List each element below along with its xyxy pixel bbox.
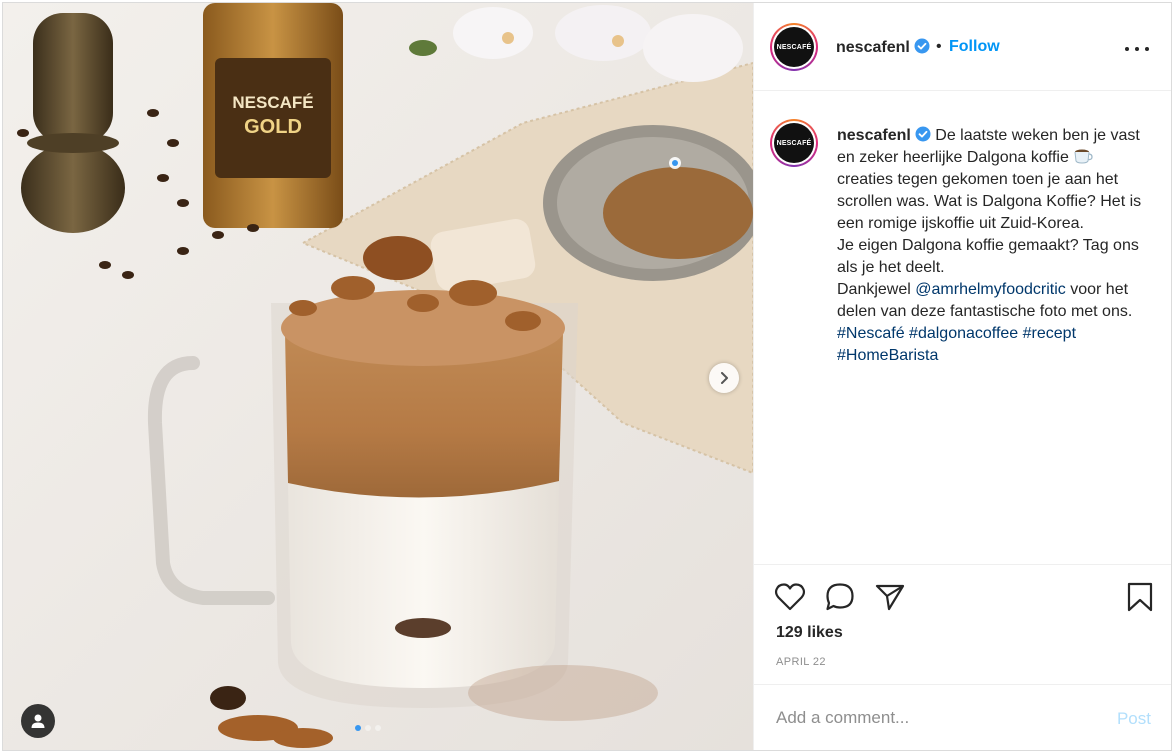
- jar-brand-label: NESCAFÉ: [232, 93, 313, 112]
- caption-text: nescafenl De laatste weken ben je vast e…: [837, 125, 1147, 367]
- follow-button[interactable]: Follow: [949, 38, 1000, 56]
- mention-link[interactable]: @amrhelmyfoodcritic: [915, 281, 1066, 298]
- author-username[interactable]: nescafenl: [836, 38, 930, 57]
- header-separator: •: [936, 38, 942, 55]
- likes-count[interactable]: 129 likes: [776, 624, 843, 642]
- post-comment-button[interactable]: Post: [1117, 709, 1151, 729]
- post-card: NESCAFÉ GOLD NESCAFÉ nescafenl • Follow …: [2, 2, 1172, 751]
- author-username-text[interactable]: nescafenl: [836, 39, 910, 56]
- jar-variant-label: GOLD: [244, 116, 302, 138]
- caption-author-avatar[interactable]: NESCAFÉ: [770, 119, 818, 167]
- hashtag-link[interactable]: #HomeBarista: [837, 347, 938, 364]
- caption-body-2: creaties tegen gekomen toen je aan het s…: [837, 171, 1142, 232]
- carousel-dot-3: [375, 725, 381, 731]
- action-bar: 129 likes APRIL 22: [754, 565, 1171, 685]
- post-sidebar: NESCAFÉ nescafenl • Follow NESCAFÉ nesca…: [753, 3, 1171, 750]
- verified-icon: [914, 38, 930, 54]
- post-photo[interactable]: NESCAFÉ GOLD: [3, 3, 753, 750]
- carousel-indicator: [355, 725, 381, 731]
- caption-section: NESCAFÉ nescafenl De laatste weken ben j…: [754, 91, 1171, 565]
- coffee-emoji-icon: [1074, 149, 1093, 164]
- bookmark-icon[interactable]: [1126, 581, 1154, 613]
- caption-avatar-logo: NESCAFÉ: [774, 123, 814, 163]
- carousel-dot-1: [355, 725, 361, 731]
- post-header: NESCAFÉ nescafenl • Follow: [754, 3, 1171, 91]
- more-icon: [1125, 47, 1129, 51]
- caption-thanks: Dankjewel: [837, 281, 911, 298]
- hashtag-link[interactable]: #Nescafé: [837, 325, 905, 342]
- avatar-logo: NESCAFÉ: [774, 27, 814, 67]
- hashtag-link[interactable]: #dalgonacoffee: [909, 325, 1018, 342]
- caption-username[interactable]: nescafenl: [837, 126, 931, 144]
- user-tag-icon: [31, 714, 45, 728]
- caption-body-3: Je eigen Dalgona koffie gemaakt? Tag ons…: [837, 237, 1139, 276]
- post-date[interactable]: APRIL 22: [776, 656, 826, 668]
- heart-icon[interactable]: [774, 582, 806, 612]
- author-avatar[interactable]: NESCAFÉ: [770, 23, 818, 71]
- caption-username-text[interactable]: nescafenl: [837, 127, 911, 144]
- hashtag-link[interactable]: #recept: [1023, 325, 1076, 342]
- comment-form: Post: [754, 685, 1171, 750]
- carousel-dot-2: [365, 725, 371, 731]
- dalgona-coffee-photo: NESCAFÉ GOLD: [3, 3, 753, 750]
- verified-icon: [915, 126, 931, 142]
- next-arrow-icon: [721, 372, 728, 384]
- more-options-button[interactable]: [1125, 39, 1149, 59]
- comment-icon[interactable]: [824, 582, 856, 612]
- share-icon[interactable]: [874, 582, 906, 612]
- tagged-users-button[interactable]: [21, 704, 55, 738]
- comment-input[interactable]: [776, 707, 1106, 729]
- carousel-next-button[interactable]: [709, 363, 739, 393]
